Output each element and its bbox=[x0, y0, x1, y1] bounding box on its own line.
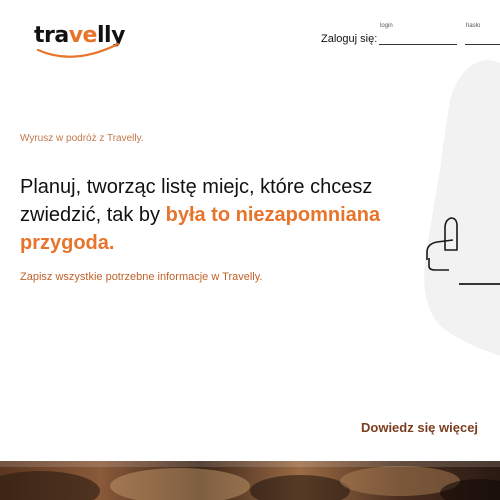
password-field[interactable]: hasło bbox=[465, 22, 500, 46]
hero-tagline: Wyrusz w podróż z Travelly. bbox=[20, 133, 144, 144]
password-input[interactable] bbox=[465, 31, 500, 45]
hero-headline: Planuj, tworząc listę miejc, które chces… bbox=[20, 173, 420, 257]
password-field-caption: hasło bbox=[466, 23, 481, 29]
login-field[interactable]: login bbox=[379, 22, 457, 46]
photo-texture-image bbox=[0, 461, 500, 500]
hero-subline: Zapisz wszystkie potrzebne informacje w … bbox=[20, 271, 263, 283]
learn-more-link[interactable]: Dowiedz się więcej bbox=[361, 420, 478, 436]
decorative-blob-illustration bbox=[424, 60, 500, 356]
travelly-logo[interactable]: travelly bbox=[34, 22, 125, 62]
landing-page: travelly Zaloguj się: login hasło Wyrusz… bbox=[0, 0, 500, 500]
login-field-caption: login bbox=[380, 23, 393, 29]
logo-swoosh-icon bbox=[36, 42, 120, 58]
login-input[interactable] bbox=[379, 31, 457, 45]
login-prompt: Zaloguj się: bbox=[321, 33, 378, 45]
hero-photo bbox=[0, 461, 500, 500]
